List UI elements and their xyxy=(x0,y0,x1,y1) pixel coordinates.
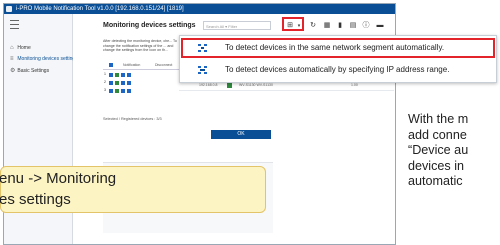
row-number: 1 xyxy=(104,72,106,76)
select-all-checkbox[interactable] xyxy=(109,63,113,67)
row-number: 3 xyxy=(104,88,106,92)
message-icon[interactable]: ▬ xyxy=(376,22,384,30)
gear-icon: ⚙ xyxy=(10,68,16,74)
row-checkbox[interactable] xyxy=(109,80,113,85)
sidebar-item-home[interactable]: ⌂ Home xyxy=(10,44,31,52)
device-list-icon: ≡ xyxy=(10,56,14,62)
title-bar: i-PRO Mobile Notification Tool v1.0.0 [1… xyxy=(4,4,395,14)
row-checkbox[interactable] xyxy=(109,88,113,93)
home-icon: ⌂ xyxy=(10,45,14,51)
column-header-disconnect: Disconnect xyxy=(155,63,173,67)
page-title: Monitoring devices settings xyxy=(103,22,196,29)
network-settings-icon[interactable]: ▦ xyxy=(323,22,331,30)
callout-text-line-1: enu -> Monitoring xyxy=(0,170,117,187)
notification-checkbox[interactable] xyxy=(121,88,125,93)
menu-item-detect-same-segment[interactable]: To detect devices in the same network se… xyxy=(181,38,495,58)
selected-count-text: Selected / Registered devices : 3/3 xyxy=(103,117,162,121)
search-filter-input[interactable]: Search All ▾ Filter xyxy=(203,21,271,30)
row-number: 2 xyxy=(104,80,106,84)
side-note-line-3: “Device au xyxy=(408,143,469,157)
detect-devices-dropdown: To detect devices in the same network se… xyxy=(179,35,497,83)
network-segment-icon xyxy=(197,43,208,53)
side-note-line-1: With the m xyxy=(408,112,469,126)
side-note: With the m add conne “Device au devices … xyxy=(408,112,468,190)
side-note-line-5: automatic xyxy=(408,174,463,188)
menu-item-label: To detect devices automatically by speci… xyxy=(225,65,450,74)
notification-checkbox[interactable] xyxy=(121,72,125,77)
disconnect-checkbox[interactable] xyxy=(127,80,131,85)
menu-item-detect-ip-range[interactable]: To detect devices automatically by speci… xyxy=(181,60,495,80)
disconnect-checkbox[interactable] xyxy=(127,72,131,77)
delete-icon[interactable]: ▮ xyxy=(336,22,344,30)
status-icon xyxy=(115,72,119,77)
status-icon xyxy=(115,88,119,93)
ip-range-icon xyxy=(197,65,208,75)
hamburger-menu-icon[interactable] xyxy=(10,20,19,29)
ok-button[interactable]: OK xyxy=(211,130,271,139)
menu-item-label: To detect devices in the same network se… xyxy=(225,43,445,52)
notification-checkbox[interactable] xyxy=(121,80,125,85)
status-icon xyxy=(227,83,232,88)
sidebar-item-label: Basic Settings xyxy=(17,68,50,74)
side-note-line-4: devices in xyxy=(408,158,465,173)
sidebar-item-monitoring-devices-settings[interactable]: ≡ Monitoring devices settings xyxy=(10,55,78,63)
disconnect-checkbox[interactable] xyxy=(127,88,131,93)
callout-text-line-2: es settings xyxy=(0,191,71,208)
toolbar-highlight-frame xyxy=(282,17,304,31)
callout-bubble: enu -> Monitoring es settings xyxy=(0,166,266,213)
column-header-notification: Notification xyxy=(123,63,141,67)
sidebar-item-basic-settings[interactable]: ⚙ Basic Settings xyxy=(10,67,49,75)
description-text: After detecting the monitoring device, c… xyxy=(103,39,177,53)
side-note-line-2: add conne xyxy=(408,127,467,142)
export-icon[interactable]: ▤ xyxy=(349,22,357,30)
sidebar-item-label: Home xyxy=(17,45,31,51)
info-icon[interactable]: ⓘ xyxy=(362,22,370,30)
refresh-icon[interactable]: ↻ xyxy=(309,22,317,30)
app-logo-icon xyxy=(6,6,12,12)
sidebar-item-label: Monitoring devices settings xyxy=(17,56,78,62)
status-icon xyxy=(115,80,119,85)
row-checkbox[interactable] xyxy=(109,72,113,77)
window-title: i-PRO Mobile Notification Tool v1.0.0 [1… xyxy=(16,6,184,12)
